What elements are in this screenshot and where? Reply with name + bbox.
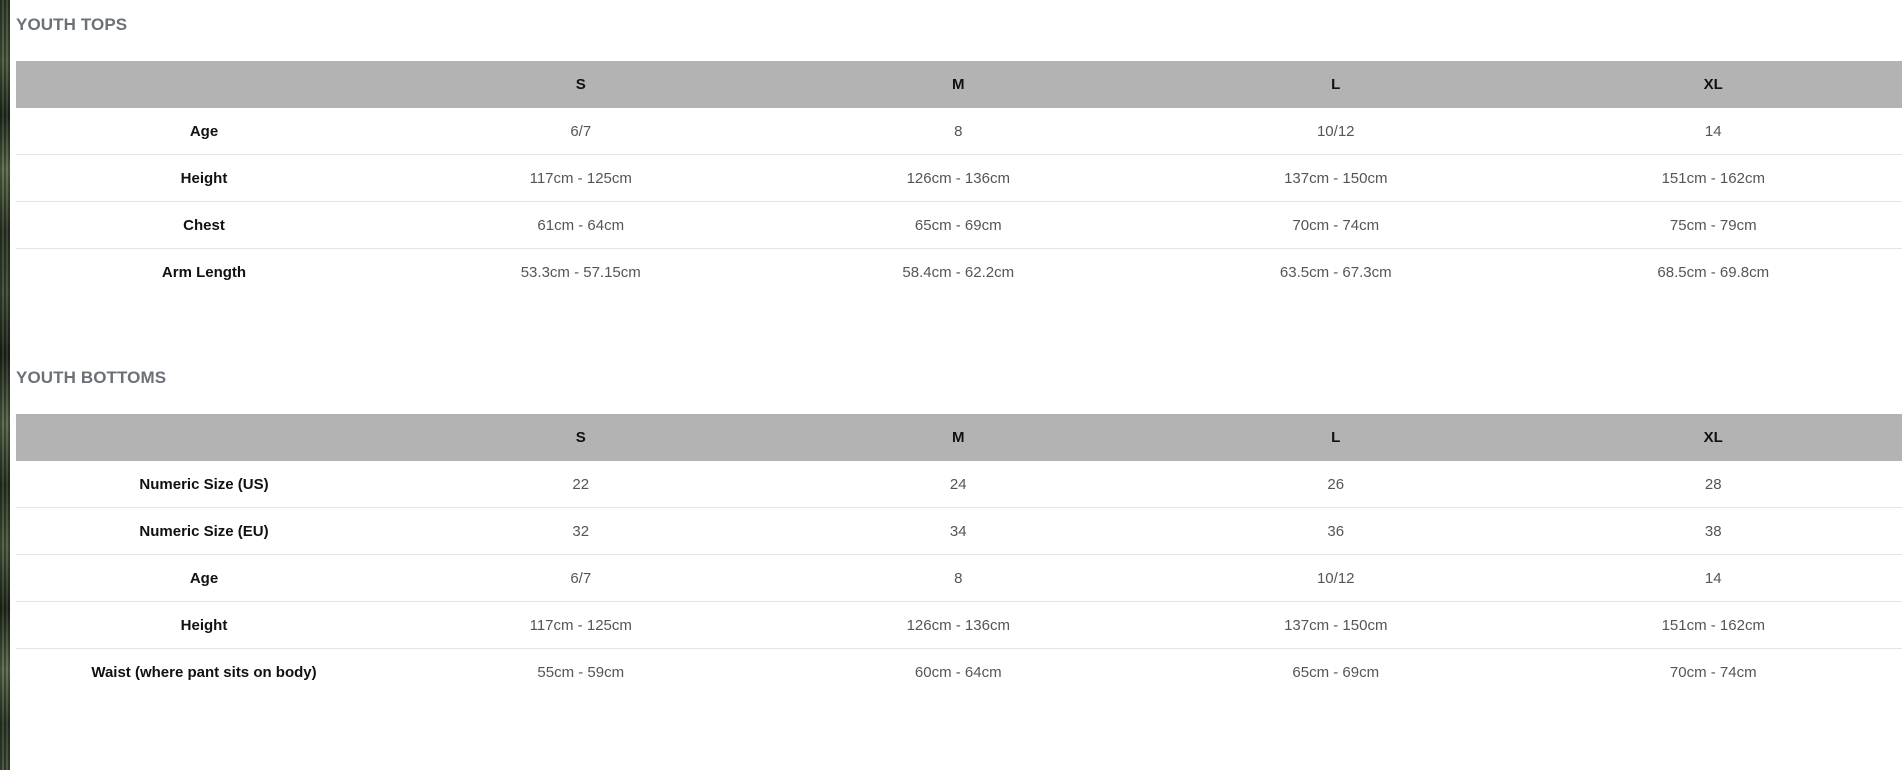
table-cell: 14	[1524, 554, 1902, 602]
youth-bottoms-table: S M L XL Numeric Size (US) 22 24 26 28 N…	[16, 414, 1902, 695]
header-cell-empty	[16, 61, 392, 108]
row-label: Numeric Size (EU)	[16, 507, 392, 555]
row-label: Numeric Size (US)	[16, 461, 392, 508]
table-cell: 38	[1524, 507, 1902, 555]
table-cell: 55cm - 59cm	[537, 663, 625, 681]
table-cell: 14	[1524, 108, 1902, 155]
table-cell: 34	[769, 507, 1147, 555]
table-cell: 36	[1147, 507, 1525, 555]
header-cell-l: L	[1147, 414, 1525, 461]
row-label: Chest	[16, 201, 392, 249]
page: YOUTH TOPS S M L XL Age 6/7 8 10/12 14 H…	[0, 0, 1904, 770]
table-cell: 126cm - 136cm	[769, 154, 1147, 202]
table-row: Numeric Size (EU) 32 34 36 38	[16, 507, 1902, 555]
header-cell-xl: XL	[1524, 414, 1902, 461]
table-cell: 75cm - 79cm	[1524, 201, 1902, 249]
table-header-row: S M L XL	[16, 61, 1902, 108]
table-cell: 68.5cm - 69.8cm	[1657, 263, 1770, 281]
table-cell: 61cm - 64cm	[392, 201, 770, 249]
table-row: Height 117cm - 125cm 126cm - 136cm 137cm…	[16, 154, 1902, 202]
table-row: Numeric Size (US) 22 24 26 28	[16, 461, 1902, 508]
table-cell: 58.4cm - 62.2cm	[902, 263, 1015, 281]
background-image-strip	[0, 0, 10, 770]
table-cell: 6/7	[392, 554, 770, 602]
table-cell: 8	[769, 554, 1147, 602]
table-cell: 24	[769, 461, 1147, 508]
youth-tops-title: YOUTH TOPS	[16, 15, 128, 34]
row-label: Waist (where pant sits on body)	[91, 663, 317, 681]
row-label: Arm Length	[161, 263, 247, 281]
table-cell: 137cm - 150cm	[1147, 154, 1525, 202]
youth-bottoms-title: YOUTH BOTTOMS	[16, 368, 167, 387]
table-cell: 22	[392, 461, 770, 508]
table-cell: 26	[1147, 461, 1525, 508]
table-cell: 65cm - 69cm	[769, 201, 1147, 249]
header-cell-m: M	[769, 414, 1147, 461]
row-label: Age	[16, 554, 392, 602]
table-cell: 151cm - 162cm	[1524, 154, 1902, 202]
table-cell: 63.5cm - 67.3cm	[1279, 263, 1392, 281]
table-cell: 126cm - 136cm	[769, 601, 1147, 649]
row-label: Age	[16, 108, 392, 155]
header-cell-s: S	[392, 61, 770, 108]
table-cell: 10/12	[1147, 554, 1525, 602]
row-label: Height	[16, 154, 392, 202]
table-row: Waist (where pant sits on body) 55cm - 5…	[16, 649, 1902, 696]
table-cell: 137cm - 150cm	[1147, 601, 1525, 649]
header-cell-xl: XL	[1524, 61, 1902, 108]
table-row: Age 6/7 8 10/12 14	[16, 108, 1902, 155]
table-cell: 60cm - 64cm	[914, 663, 1002, 681]
table-cell: 117cm - 125cm	[392, 601, 770, 649]
table-cell: 28	[1524, 461, 1902, 508]
header-cell-s: S	[392, 414, 770, 461]
table-cell: 8	[769, 108, 1147, 155]
table-row: Age 6/7 8 10/12 14	[16, 554, 1902, 602]
table-cell: 10/12	[1147, 108, 1525, 155]
table-cell: 151cm - 162cm	[1524, 601, 1902, 649]
row-label: Height	[16, 601, 392, 649]
header-cell-l: L	[1147, 61, 1525, 108]
table-cell: 70cm - 74cm	[1147, 201, 1525, 249]
table-cell: 53.3cm - 57.15cm	[520, 263, 641, 281]
table-cell: 6/7	[392, 108, 770, 155]
table-header-row: S M L XL	[16, 414, 1902, 461]
table-row: Arm Length 53.3cm - 57.15cm 58.4cm - 62.…	[16, 249, 1902, 296]
table-cell: 70cm - 74cm	[1669, 663, 1757, 681]
table-cell: 32	[392, 507, 770, 555]
table-row: Height 117cm - 125cm 126cm - 136cm 137cm…	[16, 601, 1902, 649]
table-cell: 117cm - 125cm	[392, 154, 770, 202]
header-cell-empty	[16, 414, 392, 461]
header-cell-m: M	[769, 61, 1147, 108]
table-row: Chest 61cm - 64cm 65cm - 69cm 70cm - 74c…	[16, 201, 1902, 249]
youth-tops-table: S M L XL Age 6/7 8 10/12 14 Height 117cm…	[16, 61, 1902, 295]
table-cell: 65cm - 69cm	[1292, 663, 1380, 681]
